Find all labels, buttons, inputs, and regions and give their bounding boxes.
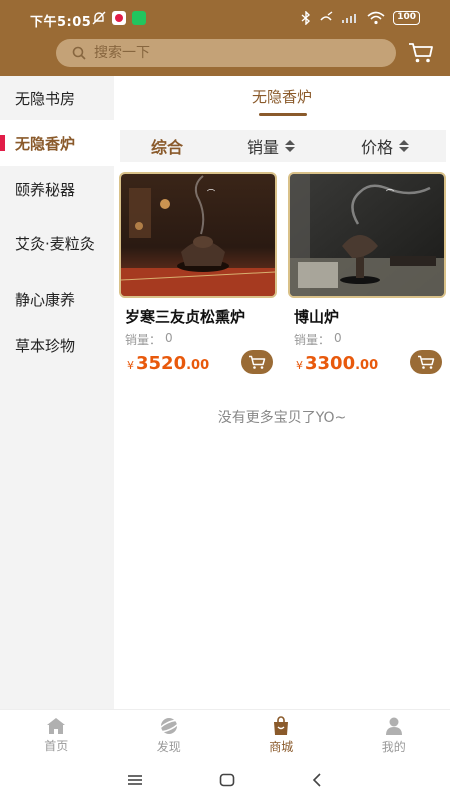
- product-name: 岁寒三友贞松熏炉: [125, 308, 246, 326]
- price-integer: 3300: [305, 353, 356, 374]
- bluetooth-icon: [301, 11, 311, 25]
- sales-label: 销量：: [125, 333, 162, 347]
- sort-label: 综合: [151, 138, 184, 157]
- tab-label: 发现: [156, 739, 181, 754]
- missed-call-icon: [320, 11, 333, 21]
- sort-sales[interactable]: 销量: [247, 130, 296, 162]
- currency-symbol: ¥: [296, 359, 303, 372]
- sort-label: 价格: [361, 138, 394, 157]
- svg-text:⌒: ⌒: [207, 189, 215, 198]
- sort-bar: 综合 销量 价格: [120, 130, 446, 162]
- sidebar-item-label: 无隐香炉: [15, 134, 76, 153]
- status-bar: 下午5:05 100: [0, 0, 450, 38]
- app-header: 下午5:05 100: [0, 0, 450, 76]
- sidebar-item-herbal[interactable]: 草本珍物: [0, 322, 114, 368]
- sort-label: 销量: [247, 138, 280, 157]
- menu-icon[interactable]: [127, 774, 143, 786]
- tab-discover[interactable]: 发现: [113, 710, 226, 760]
- sidebar-item-label: 草本珍物: [15, 336, 76, 355]
- wifi-icon: [367, 11, 385, 25]
- back-icon[interactable]: [311, 773, 323, 787]
- sidebar-item-label: 静心康养: [15, 290, 76, 309]
- search-bar[interactable]: [56, 39, 396, 67]
- sidebar-item-mind-wellness[interactable]: 静心康养: [0, 276, 114, 322]
- tab-mall[interactable]: 商城: [225, 710, 338, 760]
- shopping-bag-icon: [274, 715, 289, 735]
- price-decimal: .00: [186, 358, 210, 373]
- sort-price[interactable]: 价格: [361, 130, 410, 162]
- sales-label: 销量：: [294, 333, 331, 347]
- svg-text:⌒: ⌒: [386, 189, 394, 198]
- add-to-cart-button[interactable]: [241, 350, 273, 374]
- product-price: ¥ 3300 .00: [296, 353, 378, 374]
- sidebar-item-moxibustion[interactable]: 艾灸·麦粒灸: [0, 212, 114, 276]
- sales-value: 0: [165, 331, 173, 345]
- home-icon: [47, 717, 66, 734]
- active-indicator: [0, 135, 5, 151]
- cart-icon: [418, 355, 435, 369]
- sort-arrows-icon: [399, 140, 410, 152]
- sidebar-item-label: 无隐书房: [15, 89, 76, 108]
- product-card[interactable]: ⌒ 岁寒三友贞松熏炉 销量： 0 ¥ 3520 .00: [119, 172, 277, 382]
- category-sidebar: 无隐书房 无隐香炉 颐养秘器 艾灸·麦粒灸 静心康养 草本珍物: [0, 76, 114, 709]
- product-name: 博山炉: [294, 308, 340, 326]
- tab-label: 我的: [381, 739, 406, 754]
- search-input[interactable]: [94, 45, 374, 61]
- sidebar-item-wellness-tools[interactable]: 颐养秘器: [0, 166, 114, 212]
- tab-profile[interactable]: 我的: [338, 710, 450, 760]
- sort-arrows-icon: [285, 140, 296, 152]
- sort-comprehensive[interactable]: 综合: [151, 130, 183, 162]
- cart-icon[interactable]: [408, 42, 434, 64]
- bottom-tab-bar: 首页 发现 商城 我的: [0, 709, 450, 760]
- signal-icon: [342, 14, 357, 23]
- title-underline: [259, 113, 307, 116]
- tab-home[interactable]: 首页: [0, 710, 113, 760]
- sales-value: 0: [334, 331, 342, 345]
- system-navigation-bar: [0, 760, 450, 800]
- censer-photo: ⌒: [121, 174, 275, 296]
- product-image[interactable]: ⌒: [119, 172, 277, 298]
- category-title: 无隐香炉: [251, 88, 312, 106]
- price-integer: 3520: [136, 353, 187, 374]
- battery-indicator: 100: [393, 11, 420, 25]
- planet-icon: [157, 717, 180, 734]
- wechat-icon: [132, 11, 146, 25]
- tab-label: 商城: [269, 739, 294, 754]
- product-list-panel: 无隐香炉 综合 销量 价格 ⌒ 岁寒三友贞松熏炉 销量： 0 ¥ 3520 .0…: [114, 76, 450, 709]
- cart-icon: [249, 355, 266, 369]
- product-card[interactable]: ⌒ 博山炉 销量： 0 ¥ 3300 .00: [288, 172, 446, 382]
- product-price: ¥ 3520 .00: [127, 353, 209, 374]
- product-sales: 销量： 0: [294, 331, 342, 348]
- end-of-list-text: 没有更多宝贝了YO~: [217, 410, 347, 426]
- tab-label: 首页: [44, 738, 69, 753]
- add-to-cart-button[interactable]: [410, 350, 442, 374]
- sidebar-item-study[interactable]: 无隐书房: [0, 76, 114, 120]
- notification-app-icon: [112, 11, 126, 25]
- home-button-icon[interactable]: [219, 773, 235, 787]
- product-sales: 销量： 0: [125, 331, 173, 348]
- sidebar-item-incense-burner[interactable]: 无隐香炉: [0, 120, 114, 166]
- mute-bell-icon: [92, 11, 106, 25]
- product-image[interactable]: ⌒: [288, 172, 446, 298]
- user-icon: [385, 717, 402, 735]
- sidebar-item-label: 颐养秘器: [15, 180, 76, 199]
- status-time: 下午5:05: [30, 15, 92, 30]
- censer-photo: ⌒: [290, 174, 444, 296]
- price-decimal: .00: [355, 358, 379, 373]
- currency-symbol: ¥: [127, 359, 134, 372]
- search-icon: [72, 46, 86, 60]
- sidebar-item-label: 艾灸·麦粒灸: [15, 235, 95, 253]
